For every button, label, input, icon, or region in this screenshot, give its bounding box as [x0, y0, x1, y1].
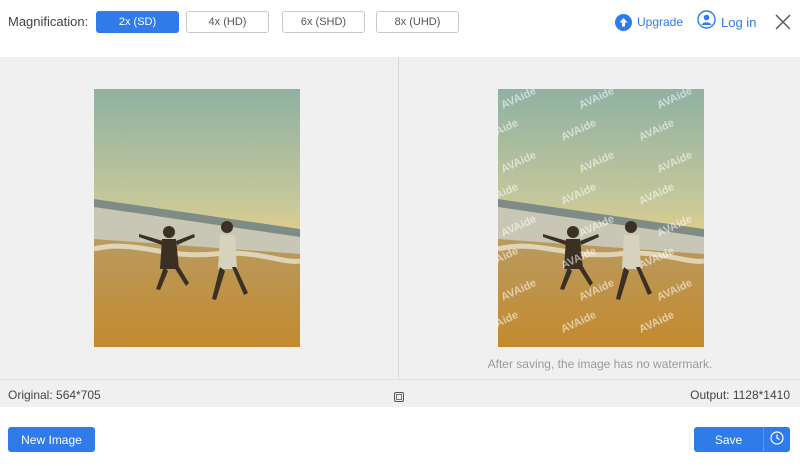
new-image-button[interactable]: New Image — [8, 427, 95, 452]
original-dimensions: Original: 564*705 — [8, 388, 101, 402]
preview-stage: AVAide AVAide AVAide AVAide AVAide AVAide AVAi… — [0, 57, 800, 379]
bottom-bar: New Image Save — [0, 407, 800, 466]
compare-icon[interactable] — [394, 389, 404, 402]
clock-icon — [770, 431, 784, 448]
magnification-6x-button[interactable]: 6x (SHD) — [282, 11, 365, 33]
original-image — [94, 89, 300, 347]
output-image: AVAide AVAide AVAide AVAide AVAide AVAide AVAi… — [498, 89, 704, 347]
magnification-2x-button[interactable]: 2x (SD) — [96, 11, 179, 33]
save-button[interactable]: Save — [694, 427, 763, 452]
close-icon[interactable] — [774, 13, 792, 31]
upgrade-link[interactable]: Upgrade — [615, 13, 683, 31]
login-link[interactable]: Log in — [697, 10, 757, 34]
upgrade-arrow-icon — [615, 13, 632, 31]
preview-divider — [398, 57, 399, 379]
top-toolbar: Magnification: 2x (SD) 4x (HD) 6x (SHD) … — [0, 0, 800, 45]
history-button[interactable] — [763, 427, 790, 452]
save-group: Save — [694, 427, 790, 452]
watermark-note: After saving, the image has no watermark… — [487, 357, 713, 371]
login-label: Log in — [721, 14, 757, 30]
output-dimensions: Output: 1128*1410 — [690, 388, 790, 402]
status-bar: Original: 564*705 Output: 1128*1410 — [0, 379, 800, 407]
magnification-label: Magnification: — [8, 14, 89, 29]
user-icon — [697, 10, 716, 34]
magnification-4x-button[interactable]: 4x (HD) — [186, 11, 269, 33]
upgrade-label: Upgrade — [637, 15, 684, 29]
magnification-8x-button[interactable]: 8x (UHD) — [376, 11, 459, 33]
